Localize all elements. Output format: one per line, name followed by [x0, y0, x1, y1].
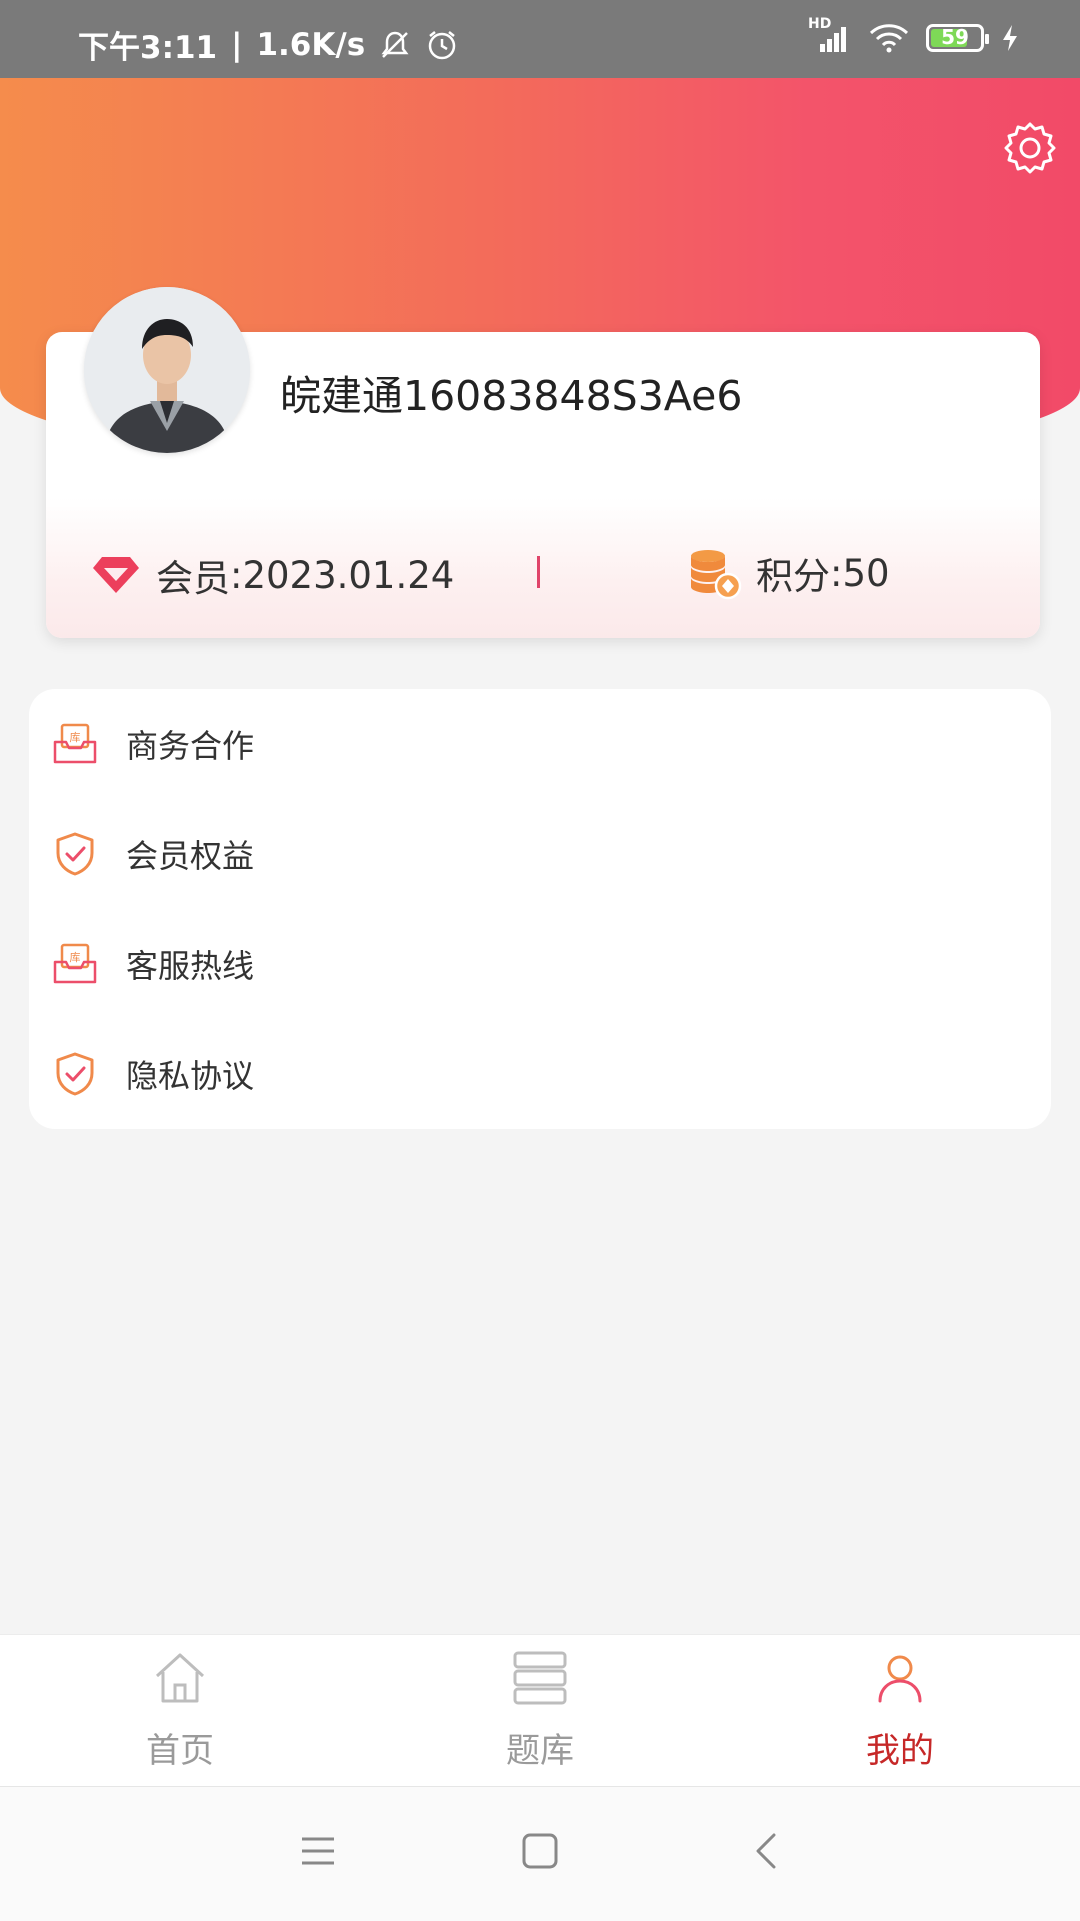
home-icon — [155, 1653, 205, 1703]
menu-item-label: 隐私协议 — [126, 1057, 255, 1095]
status-time: 下午3:11 — [78, 30, 218, 66]
status-bar-right: HD 59 — [808, 16, 1020, 54]
recent-apps-icon[interactable] — [294, 1827, 342, 1875]
tab-mine[interactable]: 我的 — [800, 1635, 1000, 1787]
svg-text:库: 库 — [70, 951, 81, 964]
battery-icon: 59 — [926, 24, 989, 52]
svg-text:库: 库 — [70, 731, 81, 744]
home-button-icon[interactable] — [516, 1827, 564, 1875]
status-bar-left: 下午3:11 | 1.6K/s — [78, 22, 459, 67]
charging-icon — [1003, 25, 1017, 51]
member-label: 会员 — [156, 557, 230, 600]
bell-muted-icon — [381, 31, 409, 58]
shield-check-icon — [56, 1052, 94, 1096]
menu-card: 库 商务合作 会员权益 库 客服热线 隐私协议 — [29, 689, 1051, 1129]
coins-icon — [691, 550, 742, 600]
points-label: 积分 — [756, 555, 830, 598]
status-bar: 下午3:11 | 1.6K/s HD 59 — [0, 0, 1080, 78]
diamond-icon — [93, 557, 139, 593]
tab-label: 题库 — [506, 1731, 574, 1771]
member-date: 2023.01.24 — [242, 553, 455, 597]
tab-question-bank[interactable]: 题库 — [440, 1635, 640, 1787]
menu-item-label: 商务合作 — [126, 727, 255, 765]
back-icon[interactable] — [744, 1827, 792, 1875]
status-separator: | — [231, 26, 243, 63]
avatar[interactable] — [84, 287, 250, 453]
username: 皖建通16083848S3Ae6 — [280, 372, 743, 420]
signal-icon: HD — [808, 16, 852, 54]
system-navigation-bar — [0, 1786, 1080, 1921]
menu-item-label: 客服热线 — [126, 947, 255, 985]
menu-item-business-cooperation[interactable]: 库 商务合作 — [29, 689, 1051, 799]
points-info[interactable]: 积分 : 50 — [688, 546, 890, 600]
menu-item-privacy-agreement[interactable]: 隐私协议 — [29, 1019, 1051, 1129]
tab-label: 我的 — [866, 1731, 934, 1771]
membership-info[interactable]: 会员 : 2023.01.24 — [92, 548, 454, 602]
bottom-navigation: 首页 题库 我的 — [0, 1634, 1080, 1787]
card-divider — [537, 556, 540, 588]
status-speed: 1.6K/s — [256, 26, 366, 63]
points-colon: : — [830, 551, 843, 595]
inbox-icon: 库 — [53, 723, 97, 764]
menu-item-label: 会员权益 — [126, 837, 255, 875]
person-icon — [878, 1655, 922, 1703]
inbox-icon: 库 — [53, 943, 97, 984]
tab-label: 首页 — [146, 1731, 214, 1771]
wifi-icon — [869, 24, 909, 53]
menu-item-customer-service[interactable]: 库 客服热线 — [29, 909, 1051, 1019]
member-colon: : — [230, 553, 243, 597]
question-bank-icon — [513, 1651, 567, 1705]
settings-gear-icon[interactable] — [1000, 118, 1060, 178]
alarm-icon — [428, 30, 456, 59]
shield-check-icon — [56, 832, 94, 876]
points-value: 50 — [842, 551, 890, 595]
tab-home[interactable]: 首页 — [80, 1635, 280, 1787]
battery-level: 59 — [941, 25, 969, 49]
menu-item-member-benefits[interactable]: 会员权益 — [29, 799, 1051, 909]
